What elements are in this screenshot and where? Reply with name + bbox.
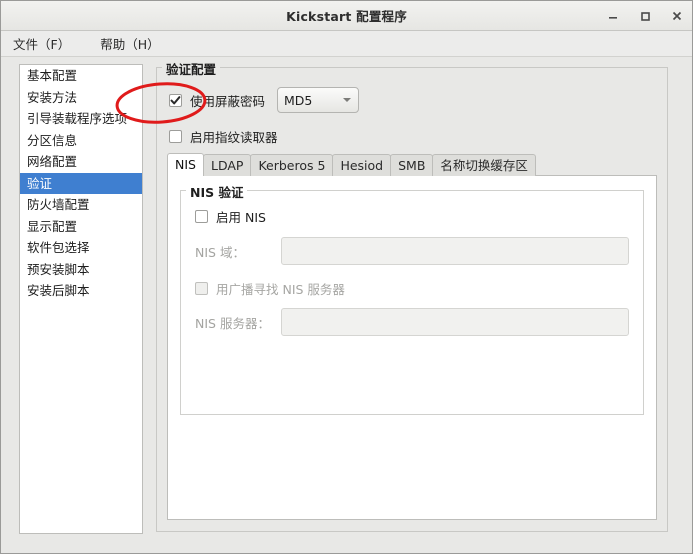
sidebar-item-post-install-script[interactable]: 安装后脚本 [20,280,142,302]
nis-server-row: NIS 服务器： [195,308,629,336]
sidebar-item-package-selection[interactable]: 软件包选择 [20,237,142,259]
title-bar: Kickstart 配置程序 [1,1,692,31]
nis-broadcast-row: 用广播寻找 NIS 服务器 [195,279,345,298]
authentication-config-group: 验证配置 使用屏蔽密码 MD5 启用指纹读取器 NIS LDAP Kerbero… [156,59,668,532]
enable-nis-label: 启用 NIS [216,210,266,225]
nis-server-label: NIS 服务器： [195,315,270,331]
nis-group-title: NIS 验证 [186,182,248,201]
fingerprint-reader-checkbox[interactable] [169,130,182,143]
content-area: 基本配置 安装方法 引导装载程序选项 分区信息 网络配置 验证 防火墙配置 显示… [1,57,692,553]
tab-kerberos5[interactable]: Kerberos 5 [250,154,334,176]
sidebar-item-bootloader-options[interactable]: 引导装载程序选项 [20,108,142,130]
sidebar-item-basic-config[interactable]: 基本配置 [20,65,142,87]
encryption-combo-value: MD5 [284,92,313,108]
fingerprint-reader-row: 启用指纹读取器 [169,127,278,146]
enable-nis-row: 启用 NIS [195,207,266,226]
sidebar-item-install-method[interactable]: 安装方法 [20,87,142,109]
tab-hesiod[interactable]: Hesiod [332,154,392,176]
window-title: Kickstart 配置程序 [286,9,407,24]
nis-auth-group: NIS 验证 启用 NIS NIS 域： 用广播寻找 NIS 服务器 NIS 服… [180,182,644,415]
encryption-combo[interactable]: MD5 [277,87,360,113]
shadow-password-checkbox[interactable] [169,93,182,107]
minimize-icon[interactable] [604,7,622,25]
maximize-icon[interactable] [636,7,654,25]
kickstart-configurator-window: Kickstart 配置程序 文件（F） 帮助（H） 基本配置 安装方法 引导装… [0,0,693,554]
menu-bar: 文件（F） 帮助（H） [1,31,692,57]
window-controls [604,1,686,31]
tab-ldap[interactable]: LDAP [202,154,252,176]
tab-name-switch-cache[interactable]: 名称切换缓存区 [432,154,536,176]
auth-tab-bar: NIS LDAP Kerberos 5 Hesiod SMB 名称切换缓存区 [167,153,536,176]
tab-smb[interactable]: SMB [390,154,434,176]
sidebar-item-pre-install-script[interactable]: 预安装脚本 [20,259,142,281]
nis-domain-input[interactable] [281,237,629,265]
menu-item-help[interactable]: 帮助（H） [98,32,169,55]
shadow-password-row: 使用屏蔽密码 MD5 [169,87,360,113]
nis-server-input[interactable] [281,308,629,336]
sidebar-item-display-config[interactable]: 显示配置 [20,216,142,238]
nis-domain-label: NIS 域： [195,244,245,260]
shadow-password-label: 使用屏蔽密码 [190,93,266,109]
nis-domain-row: NIS 域： [195,237,629,265]
sidebar-item-network-config[interactable]: 网络配置 [20,151,142,173]
nis-broadcast-label: 用广播寻找 NIS 服务器 [216,282,345,297]
nis-tab-panel: NIS 验证 启用 NIS NIS 域： 用广播寻找 NIS 服务器 NIS 服… [167,175,657,520]
group-title: 验证配置 [162,59,221,78]
enable-nis-checkbox[interactable] [195,210,208,223]
menu-item-file[interactable]: 文件（F） [11,32,80,55]
nis-broadcast-checkbox[interactable] [195,282,208,295]
tab-nis[interactable]: NIS [167,153,204,176]
chevron-down-icon [343,98,352,102]
sidebar-item-firewall-config[interactable]: 防火墙配置 [20,194,142,216]
sidebar-item-partition-info[interactable]: 分区信息 [20,130,142,152]
sidebar-list[interactable]: 基本配置 安装方法 引导装载程序选项 分区信息 网络配置 验证 防火墙配置 显示… [19,64,143,534]
sidebar-item-authentication[interactable]: 验证 [20,172,142,194]
fingerprint-reader-label: 启用指纹读取器 [190,130,278,145]
close-icon[interactable] [668,7,686,25]
